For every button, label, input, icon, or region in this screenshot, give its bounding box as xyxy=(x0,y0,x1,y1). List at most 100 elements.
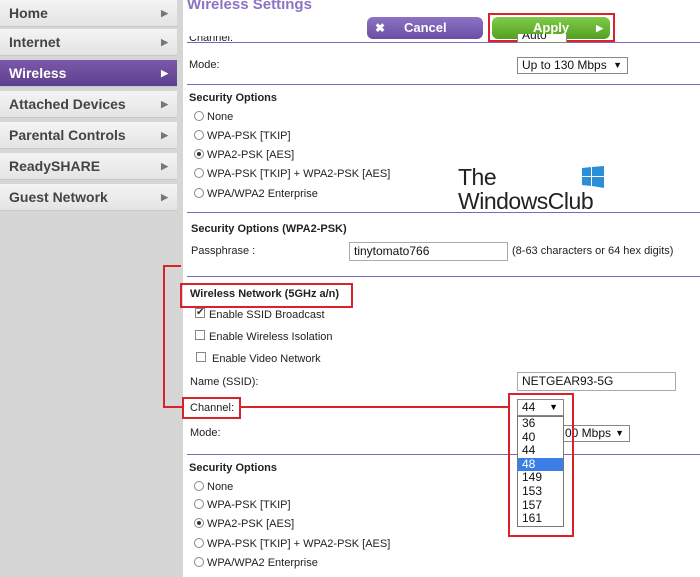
sidebar-item-guest-network[interactable]: Guest Network ▶ xyxy=(0,184,177,211)
radio-wpa-wpa2-mixed-5g-label: WPA-PSK [TKIP] + WPA2-PSK [AES] xyxy=(207,538,391,550)
radio-wpa-psk-tkip-5g[interactable] xyxy=(194,499,204,509)
chevron-right-icon: ▶ xyxy=(161,130,168,140)
annotation-line-vertical xyxy=(163,265,165,408)
video-network-checkbox[interactable] xyxy=(196,352,206,362)
sidebar-item-internet[interactable]: Internet ▶ xyxy=(0,29,177,56)
sidebar-item-home[interactable]: Home ▶ xyxy=(0,0,177,27)
channel-option[interactable]: 161 xyxy=(518,512,563,526)
mode-label-5g: Mode: xyxy=(190,427,221,439)
play-arrow-icon: ▶ xyxy=(596,23,603,33)
chevron-right-icon: ▶ xyxy=(161,161,168,171)
channel-dropdown-list: 36 40 44 48 149 153 157 161 xyxy=(517,416,564,527)
channel-option-highlighted[interactable]: 48 xyxy=(518,457,563,472)
channel-option[interactable]: 40 xyxy=(518,430,563,445)
radio-wpa-enterprise[interactable] xyxy=(194,188,204,198)
radio-wpa-enterprise-5g-label: WPA/WPA2 Enterprise xyxy=(207,557,318,569)
channel-select-24[interactable]: Auto xyxy=(517,34,567,43)
sidebar-item-label: Internet xyxy=(9,34,61,50)
radio-wpa-enterprise-label: WPA/WPA2 Enterprise xyxy=(207,188,318,200)
sidebar-item-label: Wireless xyxy=(9,65,67,81)
ssid-label: Name (SSID): xyxy=(190,376,259,388)
radio-wpa2-psk-aes-5g[interactable] xyxy=(194,518,204,528)
radio-wpa-wpa2-mixed-5g[interactable] xyxy=(194,538,204,548)
sidebar: Home ▶ Internet ▶ Wireless ▶ Attached De… xyxy=(0,0,183,577)
channel-select-24-value: Auto xyxy=(522,34,547,42)
apply-button-label: Apply xyxy=(533,20,570,35)
radio-wpa2-psk-aes-label: WPA2-PSK [AES] xyxy=(207,149,295,161)
windows-logo-icon xyxy=(582,166,604,188)
chevron-right-icon: ▶ xyxy=(161,37,168,47)
chevron-right-icon: ▶ xyxy=(161,8,168,18)
chevron-down-icon: ▼ xyxy=(549,402,558,412)
sidebar-item-label: Attached Devices xyxy=(9,96,126,112)
channel-label-24: Channel: xyxy=(189,36,234,42)
radio-wpa-enterprise-5g[interactable] xyxy=(194,557,204,567)
wireless-isolation-checkbox[interactable] xyxy=(195,330,205,340)
sidebar-item-label: Parental Controls xyxy=(9,127,126,143)
sidebar-item-attached-devices[interactable]: Attached Devices ▶ xyxy=(0,91,177,118)
annotation-line-connector xyxy=(241,406,509,408)
security-options-title: Security Options xyxy=(189,92,278,104)
radio-wpa-psk-tkip[interactable] xyxy=(194,130,204,140)
channel-label-5g: Channel: xyxy=(190,402,235,414)
radio-none-label: None xyxy=(207,111,234,123)
radio-wpa2-psk-aes[interactable] xyxy=(194,149,204,159)
sidebar-item-label: Guest Network xyxy=(9,189,108,205)
radio-none-5g[interactable] xyxy=(194,481,204,491)
sidebar-item-wireless[interactable]: Wireless ▶ xyxy=(0,60,177,87)
radio-none-5g-label: None xyxy=(207,481,234,493)
radio-wpa-psk-tkip-label: WPA-PSK [TKIP] xyxy=(207,130,291,142)
channel-option[interactable]: 149 xyxy=(518,471,563,485)
channel-option[interactable]: 36 xyxy=(518,416,563,431)
chevron-down-icon: ▼ xyxy=(615,428,624,438)
ssid-input[interactable]: NETGEAR93-5G xyxy=(517,372,676,391)
section-divider xyxy=(187,42,700,43)
sidebar-item-parental-controls[interactable]: Parental Controls ▶ xyxy=(0,122,177,149)
mode-label-24: Mode: xyxy=(189,59,220,71)
passphrase-hint: (8-63 characters or 64 hex digits) xyxy=(512,245,674,257)
watermark: The WindowsClub xyxy=(458,164,594,214)
watermark-line1: The xyxy=(458,164,497,190)
ssid-value: NETGEAR93-5G xyxy=(522,374,614,388)
chevron-right-icon: ▶ xyxy=(161,99,168,109)
section-divider xyxy=(187,212,700,213)
radio-wpa-psk-tkip-5g-label: WPA-PSK [TKIP] xyxy=(207,499,291,511)
wpa2-options-title: Security Options (WPA2-PSK) xyxy=(191,223,347,235)
passphrase-value: tinytomato766 xyxy=(354,244,430,258)
wireless-isolation-label: Enable Wireless Isolation xyxy=(209,331,333,343)
cancel-button[interactable]: ✖ Cancel xyxy=(367,17,483,39)
annotation-line-bottom xyxy=(163,406,183,408)
close-icon: ✖ xyxy=(375,21,386,35)
chevron-right-icon: ▶ xyxy=(161,68,168,78)
chevron-down-icon: ▼ xyxy=(613,60,622,70)
annotation-line-top xyxy=(163,265,181,267)
channel-option[interactable]: 157 xyxy=(518,498,563,513)
ssid-broadcast-checkbox[interactable]: ✔ xyxy=(195,308,205,318)
channel-option[interactable]: 44 xyxy=(518,444,563,458)
sidebar-item-label: Home xyxy=(9,5,48,21)
mode-select-24-value: Up to 130 Mbps xyxy=(522,58,607,72)
sidebar-item-label: ReadySHARE xyxy=(9,158,101,174)
radio-wpa2-psk-aes-5g-label: WPA2-PSK [AES] xyxy=(207,518,295,530)
channel-select-5g-value: 44 xyxy=(522,400,536,414)
chevron-right-icon: ▶ xyxy=(161,192,168,202)
channel-select-5g[interactable]: 44 ▼ xyxy=(517,399,564,416)
section-divider xyxy=(187,84,700,85)
passphrase-label: Passphrase : xyxy=(191,245,256,257)
ssid-broadcast-label: Enable SSID Broadcast xyxy=(209,309,325,321)
radio-wpa-wpa2-mixed-label: WPA-PSK [TKIP] + WPA2-PSK [AES] xyxy=(207,168,391,180)
video-network-label: Enable Video Network xyxy=(212,353,321,365)
mode-select-24[interactable]: Up to 130 Mbps ▼ xyxy=(517,57,628,74)
passphrase-input[interactable]: tinytomato766 xyxy=(349,242,508,261)
section-divider xyxy=(187,276,700,277)
channel-option[interactable]: 153 xyxy=(518,484,563,499)
radio-none[interactable] xyxy=(194,111,204,121)
watermark-line2: WindowsClub xyxy=(458,188,594,214)
page-title: Wireless Settings xyxy=(187,0,312,13)
section-divider xyxy=(187,454,700,455)
radio-wpa-wpa2-mixed[interactable] xyxy=(194,168,204,178)
wireless-network-5g-title: Wireless Network (5GHz a/n) xyxy=(190,288,340,300)
security-options-5g-title: Security Options xyxy=(189,462,278,474)
cancel-button-label: Cancel xyxy=(404,20,447,35)
sidebar-item-readyshare[interactable]: ReadySHARE ▶ xyxy=(0,153,177,180)
